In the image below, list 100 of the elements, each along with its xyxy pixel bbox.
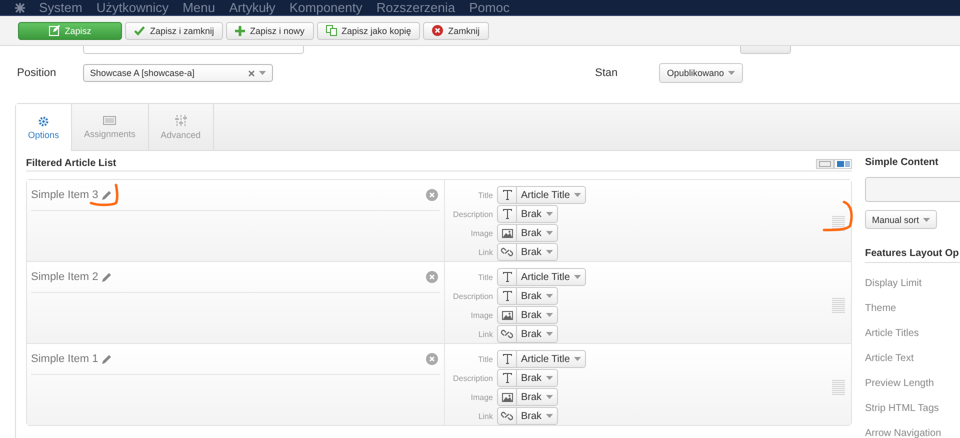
view-toggle-button[interactable] [834, 158, 852, 168]
drag-handle-icon[interactable] [832, 216, 845, 232]
field-label: Display Limit [865, 277, 923, 291]
caret-icon [574, 275, 581, 279]
pencil-icon[interactable] [102, 190, 112, 200]
text-icon [502, 272, 512, 282]
caret-icon [546, 395, 553, 399]
drag-handle-icon[interactable] [832, 380, 845, 396]
close-icon[interactable] [426, 189, 438, 201]
field-label: Link [477, 412, 493, 420]
sort-dropdown[interactable]: Manual sort [865, 210, 938, 229]
section-heading: Simple Content [865, 157, 940, 168]
marker-stroke [822, 200, 856, 234]
field-label: Title [477, 190, 493, 200]
close-icon[interactable] [426, 353, 438, 365]
text-icon [502, 209, 512, 219]
field-source-control[interactable]: Brak [497, 369, 558, 387]
pencil-icon[interactable] [102, 354, 112, 364]
caret-icon [546, 313, 553, 317]
menu-item[interactable]: Komponenty [289, 0, 362, 15]
field-source-control[interactable]: Brak [497, 306, 558, 324]
image-icon [502, 310, 512, 320]
field-label: Article Text [865, 352, 915, 366]
field-source-control[interactable]: Article Title [497, 186, 586, 204]
field-label: Stan [595, 67, 619, 79]
text-icon [502, 291, 512, 301]
toolbar-button[interactable]: Zapisz i zamknij [125, 22, 224, 40]
item-title: Simple Item 1 [31, 353, 98, 365]
status-dropdown[interactable]: Opublikowano [659, 63, 744, 83]
pencil-icon[interactable] [102, 272, 112, 282]
field-label: Article Titles [865, 327, 920, 341]
field-label: Image [470, 310, 493, 320]
clear-icon[interactable] [248, 70, 255, 76]
field-label: Image [470, 392, 493, 402]
monitor-icon [103, 116, 116, 126]
field-source-control[interactable]: Brak [497, 205, 558, 223]
link-icon [501, 247, 513, 257]
content-field[interactable] [865, 177, 960, 202]
menu-item[interactable]: Artykuły [229, 0, 276, 15]
caret-icon [546, 231, 553, 235]
caret-icon [546, 250, 553, 254]
text-icon [502, 354, 512, 364]
field-label: Description [452, 292, 493, 300]
plus-icon [235, 26, 246, 36]
gear-icon [38, 116, 50, 126]
link-icon [501, 329, 513, 339]
text-icon [502, 190, 512, 200]
close-icon[interactable] [426, 271, 438, 283]
tab[interactable]: Options [16, 104, 72, 151]
link-icon [501, 411, 513, 421]
toolbar-button[interactable]: Zapisz jako kopię [316, 22, 420, 40]
caret-icon [546, 414, 553, 418]
field-source-control[interactable]: Brak [497, 388, 558, 406]
field-label: Arrow Navigation [865, 427, 942, 438]
caret-icon [574, 193, 581, 197]
field-source-control[interactable]: Article Title [497, 268, 586, 286]
field-label: Description [452, 210, 493, 218]
field-label: Image [470, 228, 493, 238]
view-toggle-button[interactable] [816, 158, 834, 168]
copy-icon [326, 25, 337, 36]
menu-item[interactable]: Rozszerzenia [376, 0, 456, 15]
text-icon [502, 373, 512, 383]
item-title: Simple Item 2 [31, 271, 98, 283]
field-label: Theme [865, 302, 898, 316]
caret-icon [546, 376, 553, 380]
menu-item[interactable]: Pomoc [469, 0, 510, 15]
section-heading: Filtered Article List [26, 158, 116, 169]
field-source-control[interactable]: Brak [497, 243, 558, 261]
check-icon [134, 26, 145, 36]
toolbar-button[interactable]: Zapisz i nowy [226, 22, 314, 40]
toolbar-button[interactable]: Zamknij [423, 22, 489, 40]
position-select[interactable]: Showcase A [showcase-a] [83, 64, 273, 82]
sliders-icon [174, 114, 187, 126]
caret-icon [546, 294, 553, 298]
field-source-control[interactable]: Brak [497, 407, 558, 425]
marker-stroke [89, 182, 121, 208]
field-label: Strip HTML Tags [865, 402, 940, 416]
field-source-control[interactable]: Article Title [497, 350, 586, 368]
cancel-icon [432, 25, 444, 36]
caret-icon [546, 332, 553, 336]
field-label: Description [452, 374, 493, 382]
field-source-control[interactable]: Brak [497, 325, 558, 343]
field-label: Title [477, 272, 493, 282]
field-source-control[interactable]: Brak [497, 224, 558, 242]
field-source-control[interactable]: Brak [497, 287, 558, 305]
image-icon [502, 228, 512, 238]
drag-handle-icon[interactable] [832, 298, 845, 314]
caret-icon [546, 212, 553, 216]
menu-item[interactable]: Menu [182, 0, 216, 15]
item-title: Simple Item 3 [31, 189, 98, 201]
edit-icon [48, 25, 60, 36]
field-label: Preview Length [865, 377, 935, 391]
caret-icon [728, 71, 736, 75]
menu-item[interactable]: Użytkownicy [96, 0, 169, 15]
section-heading: Features Layout Op [865, 248, 960, 263]
menu-item[interactable]: System [39, 0, 82, 15]
image-icon [502, 392, 512, 402]
logo-icon[interactable] [15, 2, 25, 12]
field-label: Link [477, 330, 493, 338]
caret-icon [259, 71, 266, 75]
